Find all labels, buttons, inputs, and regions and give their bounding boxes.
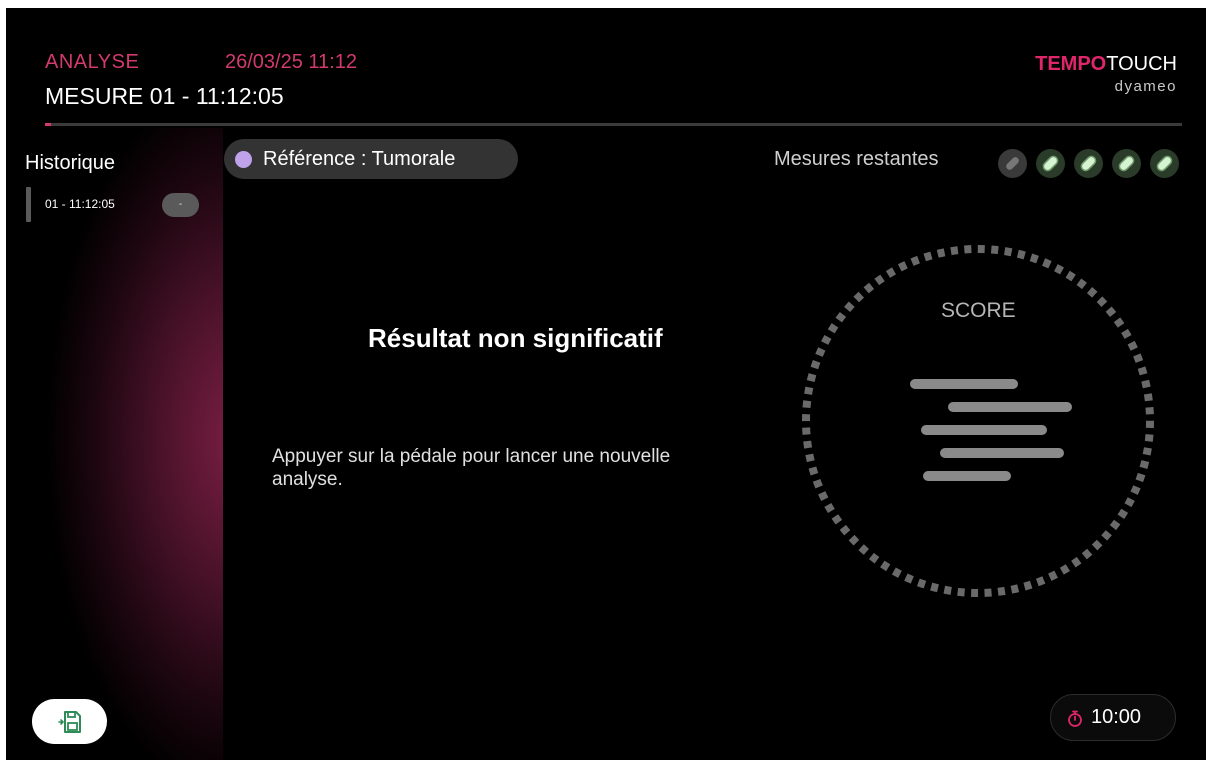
measure-available-icon — [1112, 149, 1141, 178]
history-sidebar: Historique 01 - 11:12:05 - — [6, 128, 223, 760]
measure-available-icon — [1074, 149, 1103, 178]
history-title: Historique — [25, 152, 116, 174]
score-placeholder-bars — [910, 379, 1072, 481]
history-item[interactable]: 01 - 11:12:05 - — [24, 185, 204, 223]
reference-chip[interactable]: Référence : Tumorale — [224, 139, 518, 179]
timer-display: 10:00 — [1050, 694, 1176, 741]
app-screen: ANALYSE 26/03/25 11:12 MESURE 01 - 11:12… — [6, 8, 1206, 760]
history-item-label: 01 - 11:12:05 — [45, 197, 115, 211]
history-item-marker — [26, 187, 31, 222]
save-icon — [58, 711, 81, 733]
result-instruction: Appuyer sur la pédale pour lancer une no… — [272, 446, 671, 490]
score-gauge — [802, 245, 1154, 597]
brand-touch: TOUCH — [1106, 53, 1177, 75]
measure-used-icon — [998, 149, 1027, 178]
header-progress-bar — [45, 123, 1182, 126]
result-title: Résultat non significatif — [368, 323, 663, 353]
brand-sub: dyameo — [1114, 78, 1177, 95]
measure-title: MESURE 01 - 11:12:05 — [45, 83, 284, 109]
brand-tempo: TEMPO — [1035, 53, 1107, 75]
stopwatch-icon — [1068, 710, 1082, 727]
reference-dot-icon — [235, 151, 252, 168]
save-button[interactable] — [32, 699, 107, 744]
datetime-label: 26/03/25 11:12 — [225, 51, 357, 73]
score-label: SCORE — [941, 299, 1016, 322]
brand-logo: TEMPOTOUCH dyameo — [1035, 53, 1177, 95]
measure-available-icon — [1036, 149, 1065, 178]
mode-label: ANALYSE — [45, 51, 140, 73]
history-item-badge: - — [162, 193, 199, 217]
reference-label: Référence : Tumorale — [263, 148, 456, 170]
measure-available-icon — [1150, 149, 1179, 178]
timer-value: 10:00 — [1091, 706, 1142, 728]
header-progress-fill — [45, 123, 51, 126]
remaining-measures-label: Mesures restantes — [774, 148, 939, 170]
